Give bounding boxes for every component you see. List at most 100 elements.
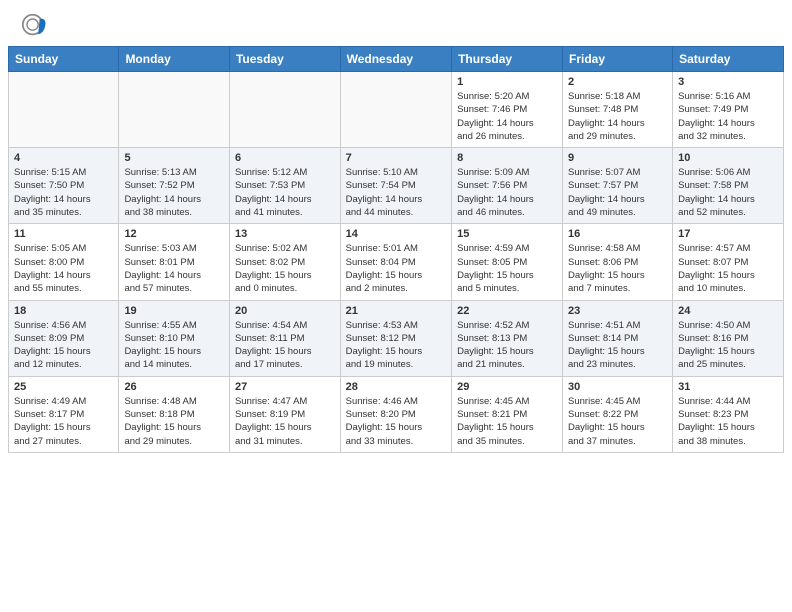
day-number: 19 (124, 305, 224, 317)
day-info: Sunrise: 4:50 AM Sunset: 8:16 PM Dayligh… (678, 319, 778, 372)
col-header-sunday: Sunday (9, 47, 119, 72)
day-info: Sunrise: 5:03 AM Sunset: 8:01 PM Dayligh… (124, 242, 224, 295)
calendar-cell: 7Sunrise: 5:10 AM Sunset: 7:54 PM Daylig… (340, 148, 451, 224)
day-number: 30 (568, 381, 667, 393)
col-header-tuesday: Tuesday (229, 47, 340, 72)
calendar-cell: 4Sunrise: 5:15 AM Sunset: 7:50 PM Daylig… (9, 148, 119, 224)
day-info: Sunrise: 5:01 AM Sunset: 8:04 PM Dayligh… (346, 242, 446, 295)
day-info: Sunrise: 5:09 AM Sunset: 7:56 PM Dayligh… (457, 166, 557, 219)
logo (20, 12, 52, 40)
calendar-cell: 30 Sunrise: 4:45 AM Sunset: 8:22 PM Dayli… (563, 376, 673, 452)
day-number: 4 (14, 152, 113, 164)
day-info: Sunrise: 5:16 AM Sunset: 7:49 PM Dayligh… (678, 90, 778, 143)
day-number: 26 (124, 381, 224, 393)
calendar-cell: 23Sunrise: 4:51 AM Sunset: 8:14 PM Dayli… (563, 300, 673, 376)
page-header (0, 0, 792, 46)
col-header-thursday: Thursday (452, 47, 563, 72)
calendar-cell: 24 Sunrise: 4:50 AM Sunset: 8:16 PM Dayli… (673, 300, 784, 376)
calendar-cell: 10 Sunrise: 5:06 AM Sunset: 7:58 PM Dayli… (673, 148, 784, 224)
day-number: 10 (678, 152, 778, 164)
day-info: Sunrise: 4:47 AM Sunset: 8:19 PM Dayligh… (235, 395, 335, 448)
calendar-cell: 1 Sunrise: 5:20 AM Sunset: 7:46 PM Daylig… (452, 72, 563, 148)
calendar-week-row: 4Sunrise: 5:15 AM Sunset: 7:50 PM Daylig… (9, 148, 784, 224)
day-info: Sunrise: 5:07 AM Sunset: 7:57 PM Dayligh… (568, 166, 667, 219)
day-number: 6 (235, 152, 335, 164)
calendar-week-row: 11Sunrise: 5:05 AM Sunset: 8:00 PM Dayli… (9, 224, 784, 300)
col-header-saturday: Saturday (673, 47, 784, 72)
calendar-cell: 13 Sunrise: 5:02 AM Sunset: 8:02 PM Dayli… (229, 224, 340, 300)
day-info: Sunrise: 5:13 AM Sunset: 7:52 PM Dayligh… (124, 166, 224, 219)
day-info: Sunrise: 5:12 AM Sunset: 7:53 PM Dayligh… (235, 166, 335, 219)
day-number: 15 (457, 228, 557, 240)
day-info: Sunrise: 4:59 AM Sunset: 8:05 PM Dayligh… (457, 242, 557, 295)
col-header-monday: Monday (119, 47, 230, 72)
day-number: 18 (14, 305, 113, 317)
calendar-wrapper: SundayMondayTuesdayWednesdayThursdayFrid… (0, 46, 792, 461)
day-info: Sunrise: 4:57 AM Sunset: 8:07 PM Dayligh… (678, 242, 778, 295)
day-info: Sunrise: 4:44 AM Sunset: 8:23 PM Dayligh… (678, 395, 778, 448)
calendar-cell (9, 72, 119, 148)
day-number: 21 (346, 305, 446, 317)
day-info: Sunrise: 4:45 AM Sunset: 8:22 PM Dayligh… (568, 395, 667, 448)
calendar-header-row: SundayMondayTuesdayWednesdayThursdayFrid… (9, 47, 784, 72)
day-info: Sunrise: 5:20 AM Sunset: 7:46 PM Dayligh… (457, 90, 557, 143)
calendar-week-row: 25Sunrise: 4:49 AM Sunset: 8:17 PM Dayli… (9, 376, 784, 452)
calendar-cell: 11Sunrise: 5:05 AM Sunset: 8:00 PM Dayli… (9, 224, 119, 300)
day-number: 28 (346, 381, 446, 393)
day-number: 1 (457, 76, 557, 88)
calendar-cell: 15 Sunrise: 4:59 AM Sunset: 8:05 PM Dayli… (452, 224, 563, 300)
day-info: Sunrise: 4:45 AM Sunset: 8:21 PM Dayligh… (457, 395, 557, 448)
day-info: Sunrise: 4:58 AM Sunset: 8:06 PM Dayligh… (568, 242, 667, 295)
day-info: Sunrise: 5:18 AM Sunset: 7:48 PM Dayligh… (568, 90, 667, 143)
calendar-week-row: 1 Sunrise: 5:20 AM Sunset: 7:46 PM Daylig… (9, 72, 784, 148)
calendar-cell: 27 Sunrise: 4:47 AM Sunset: 8:19 PM Dayli… (229, 376, 340, 452)
day-number: 22 (457, 305, 557, 317)
col-header-friday: Friday (563, 47, 673, 72)
day-number: 24 (678, 305, 778, 317)
col-header-wednesday: Wednesday (340, 47, 451, 72)
day-info: Sunrise: 4:54 AM Sunset: 8:11 PM Dayligh… (235, 319, 335, 372)
calendar-cell: 16 Sunrise: 4:58 AM Sunset: 8:06 PM Dayli… (563, 224, 673, 300)
day-info: Sunrise: 4:48 AM Sunset: 8:18 PM Dayligh… (124, 395, 224, 448)
calendar-cell: 18Sunrise: 4:56 AM Sunset: 8:09 PM Dayli… (9, 300, 119, 376)
day-info: Sunrise: 5:05 AM Sunset: 8:00 PM Dayligh… (14, 242, 113, 295)
calendar-cell: 25Sunrise: 4:49 AM Sunset: 8:17 PM Dayli… (9, 376, 119, 452)
calendar-week-row: 18Sunrise: 4:56 AM Sunset: 8:09 PM Dayli… (9, 300, 784, 376)
calendar-cell: 31 Sunrise: 4:44 AM Sunset: 8:23 PM Dayli… (673, 376, 784, 452)
calendar-cell: 14 Sunrise: 5:01 AM Sunset: 8:04 PM Dayli… (340, 224, 451, 300)
calendar-cell: 2 Sunrise: 5:18 AM Sunset: 7:48 PM Daylig… (563, 72, 673, 148)
calendar-cell: 20 Sunrise: 4:54 AM Sunset: 8:11 PM Dayli… (229, 300, 340, 376)
calendar-cell: 3 Sunrise: 5:16 AM Sunset: 7:49 PM Daylig… (673, 72, 784, 148)
day-number: 17 (678, 228, 778, 240)
day-number: 16 (568, 228, 667, 240)
day-number: 27 (235, 381, 335, 393)
day-number: 29 (457, 381, 557, 393)
day-number: 13 (235, 228, 335, 240)
day-number: 2 (568, 76, 667, 88)
calendar-cell: 22 Sunrise: 4:52 AM Sunset: 8:13 PM Dayli… (452, 300, 563, 376)
day-number: 20 (235, 305, 335, 317)
calendar-cell: 29 Sunrise: 4:45 AM Sunset: 8:21 PM Dayli… (452, 376, 563, 452)
calendar-cell: 12 Sunrise: 5:03 AM Sunset: 8:01 PM Dayli… (119, 224, 230, 300)
day-info: Sunrise: 5:02 AM Sunset: 8:02 PM Dayligh… (235, 242, 335, 295)
calendar-cell: 9 Sunrise: 5:07 AM Sunset: 7:57 PM Daylig… (563, 148, 673, 224)
day-number: 14 (346, 228, 446, 240)
day-info: Sunrise: 4:55 AM Sunset: 8:10 PM Dayligh… (124, 319, 224, 372)
calendar-cell: 8Sunrise: 5:09 AM Sunset: 7:56 PM Daylig… (452, 148, 563, 224)
day-number: 12 (124, 228, 224, 240)
day-info: Sunrise: 4:52 AM Sunset: 8:13 PM Dayligh… (457, 319, 557, 372)
day-number: 5 (124, 152, 224, 164)
day-number: 7 (346, 152, 446, 164)
day-info: Sunrise: 5:06 AM Sunset: 7:58 PM Dayligh… (678, 166, 778, 219)
day-number: 25 (14, 381, 113, 393)
day-info: Sunrise: 4:53 AM Sunset: 8:12 PM Dayligh… (346, 319, 446, 372)
calendar-table: SundayMondayTuesdayWednesdayThursdayFrid… (8, 46, 784, 453)
day-number: 9 (568, 152, 667, 164)
day-info: Sunrise: 4:51 AM Sunset: 8:14 PM Dayligh… (568, 319, 667, 372)
day-number: 31 (678, 381, 778, 393)
day-number: 3 (678, 76, 778, 88)
calendar-cell: 6 Sunrise: 5:12 AM Sunset: 7:53 PM Daylig… (229, 148, 340, 224)
calendar-cell: 26 Sunrise: 4:48 AM Sunset: 8:18 PM Dayli… (119, 376, 230, 452)
calendar-cell: 17 Sunrise: 4:57 AM Sunset: 8:07 PM Dayli… (673, 224, 784, 300)
calendar-cell: 21 Sunrise: 4:53 AM Sunset: 8:12 PM Dayli… (340, 300, 451, 376)
